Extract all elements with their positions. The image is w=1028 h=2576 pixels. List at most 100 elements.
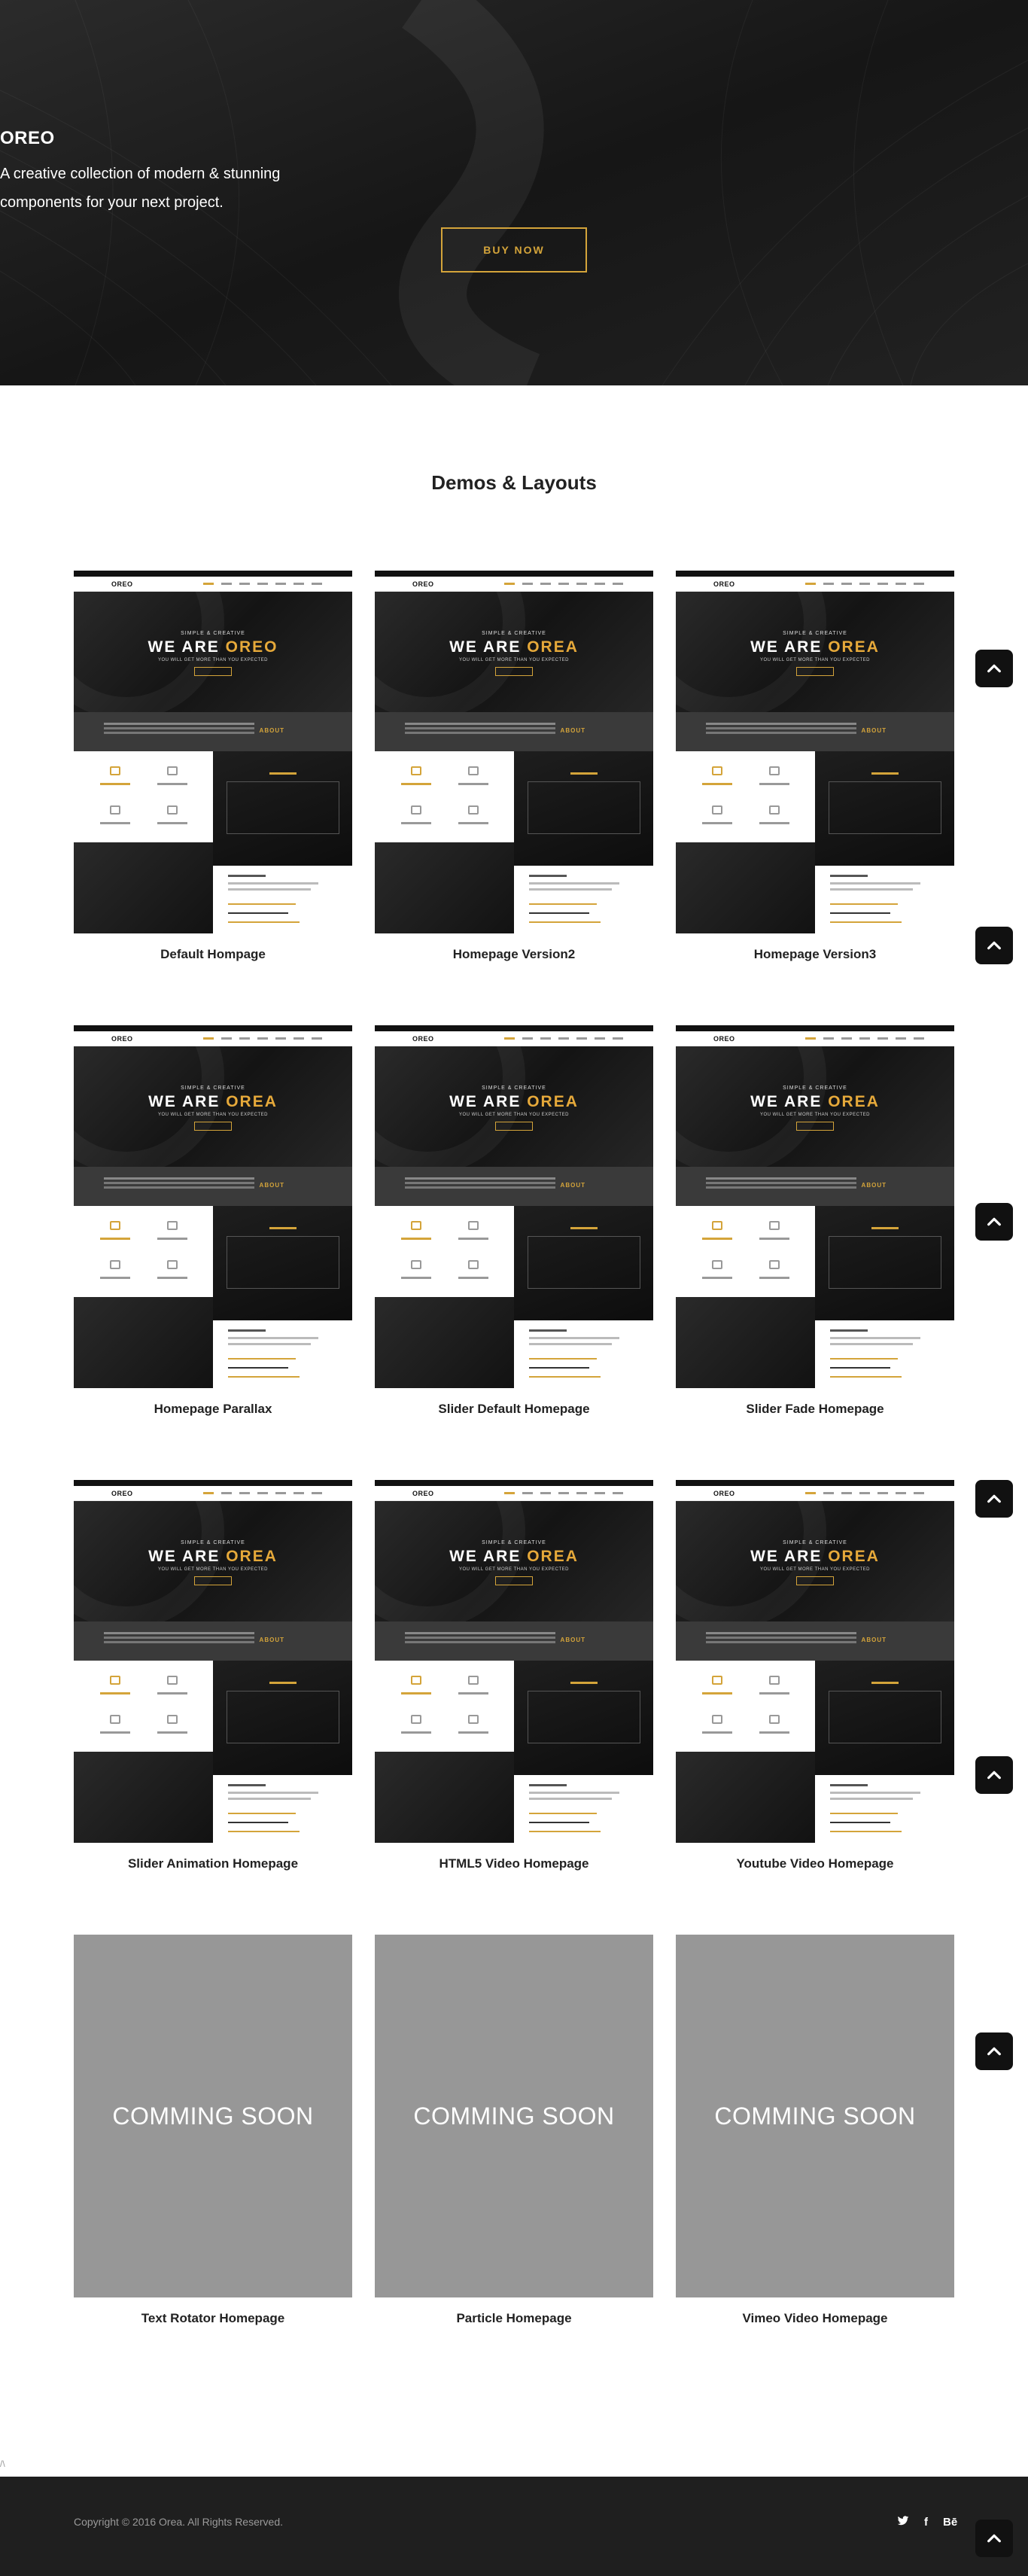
scroll-top-button[interactable] bbox=[975, 650, 1013, 687]
preview-topbar bbox=[74, 1025, 352, 1031]
demo-card[interactable]: OREO SIMPLE & CREATIVE WE ARE OREA YOU W… bbox=[74, 1480, 352, 1871]
coming-soon-thumbnail[interactable]: COMMING SOON bbox=[676, 1935, 954, 2297]
preview-headline-prefix: WE ARE bbox=[449, 1548, 522, 1565]
demo-label[interactable]: Text Rotator Homepage bbox=[74, 2311, 352, 2326]
preview-about-label: ABOUT bbox=[560, 727, 585, 734]
scroll-top-button[interactable] bbox=[975, 927, 1013, 964]
coming-soon-thumbnail[interactable]: COMMING SOON bbox=[74, 1935, 352, 2297]
hero-title: OREO bbox=[0, 128, 55, 148]
preview-about-strip: ABOUT bbox=[676, 1621, 954, 1661]
demo-label[interactable]: Homepage Version3 bbox=[676, 947, 954, 962]
preview-headline: WE ARE OREA bbox=[676, 638, 954, 656]
preview-banner: SIMPLE & CREATIVE WE ARE OREA YOU WILL G… bbox=[676, 1501, 954, 1621]
page: OREO A creative collection of modern & s… bbox=[0, 0, 1028, 2576]
preview-menu bbox=[805, 583, 924, 585]
demo-card[interactable]: OREO SIMPLE & CREATIVE WE ARE OREA YOU W… bbox=[375, 1025, 653, 1416]
buy-now-button[interactable]: BUY NOW bbox=[441, 227, 587, 273]
preview-about-label: ABOUT bbox=[560, 1637, 585, 1643]
preview-banner: SIMPLE & CREATIVE WE ARE OREA YOU WILL G… bbox=[676, 1046, 954, 1167]
preview-banner: SIMPLE & CREATIVE WE ARE OREO YOU WILL G… bbox=[74, 592, 352, 712]
preview-headline: WE ARE OREA bbox=[375, 638, 653, 656]
demo-thumbnail[interactable]: OREO SIMPLE & CREATIVE WE ARE OREA YOU W… bbox=[676, 1025, 954, 1388]
preview-headline-accent: OREA bbox=[527, 638, 579, 656]
preview-button bbox=[194, 667, 232, 676]
section-title: Demos & Layouts bbox=[431, 471, 597, 494]
preview-nav: OREO bbox=[375, 1031, 653, 1046]
demo-card[interactable]: COMMING SOON Particle Homepage bbox=[375, 1935, 653, 2325]
preview-about-label: ABOUT bbox=[861, 1182, 887, 1189]
demo-card[interactable]: OREO SIMPLE & CREATIVE WE ARE OREA YOU W… bbox=[375, 571, 653, 961]
preview-about-label: ABOUT bbox=[861, 727, 887, 734]
demo-thumbnail[interactable]: OREO SIMPLE & CREATIVE WE ARE OREA YOU W… bbox=[676, 571, 954, 933]
coming-soon-thumbnail[interactable]: COMMING SOON bbox=[375, 1935, 653, 2297]
preview-headline-accent: OREA bbox=[828, 1093, 880, 1110]
preview-banner: SIMPLE & CREATIVE WE ARE OREA YOU WILL G… bbox=[676, 592, 954, 712]
demo-card[interactable]: OREO SIMPLE & CREATIVE WE ARE OREO YOU W… bbox=[74, 571, 352, 961]
preview-logo: OREO bbox=[713, 580, 735, 588]
preview-grid bbox=[676, 1661, 954, 1843]
demo-label[interactable]: HTML5 Video Homepage bbox=[375, 1856, 653, 1871]
preview-topbar bbox=[375, 1480, 653, 1486]
behance-icon[interactable]: Bē bbox=[943, 2516, 957, 2529]
preview-banner: SIMPLE & CREATIVE WE ARE OREA YOU WILL G… bbox=[74, 1046, 352, 1167]
demo-card[interactable]: COMMING SOON Vimeo Video Homepage bbox=[676, 1935, 954, 2325]
preview-topbar bbox=[676, 1025, 954, 1031]
preview-about-strip: ABOUT bbox=[74, 1621, 352, 1661]
demo-label[interactable]: Particle Homepage bbox=[375, 2311, 653, 2326]
demo-label[interactable]: Youtube Video Homepage bbox=[676, 1856, 954, 1871]
demo-thumbnail[interactable]: OREO SIMPLE & CREATIVE WE ARE OREA YOU W… bbox=[74, 1480, 352, 1843]
demo-thumbnail[interactable]: OREO SIMPLE & CREATIVE WE ARE OREA YOU W… bbox=[375, 571, 653, 933]
preview-grid bbox=[74, 1661, 352, 1843]
demo-card[interactable]: OREO SIMPLE & CREATIVE WE ARE OREA YOU W… bbox=[676, 571, 954, 961]
demo-label[interactable]: Slider Animation Homepage bbox=[74, 1856, 352, 1871]
demo-thumbnail[interactable]: OREO SIMPLE & CREATIVE WE ARE OREO YOU W… bbox=[74, 571, 352, 933]
hero-tagline-line1: A creative collection of modern & stunni… bbox=[0, 166, 281, 182]
demo-card[interactable]: COMMING SOON Text Rotator Homepage bbox=[74, 1935, 352, 2325]
demo-card[interactable]: OREO SIMPLE & CREATIVE WE ARE OREA YOU W… bbox=[74, 1025, 352, 1416]
preview-headline: WE ARE OREA bbox=[676, 1548, 954, 1566]
preview-menu bbox=[805, 1037, 924, 1040]
preview-topbar bbox=[375, 571, 653, 577]
preview-grid bbox=[74, 751, 352, 933]
scroll-top-button[interactable] bbox=[975, 2032, 1013, 2070]
demo-label[interactable]: Slider Default Homepage bbox=[375, 1402, 653, 1417]
demo-thumbnail[interactable]: OREO SIMPLE & CREATIVE WE ARE OREA YOU W… bbox=[676, 1480, 954, 1843]
demo-thumbnail[interactable]: OREO SIMPLE & CREATIVE WE ARE OREA YOU W… bbox=[74, 1025, 352, 1388]
preview-nav: OREO bbox=[375, 577, 653, 592]
preview-logo: OREO bbox=[713, 1035, 735, 1043]
demo-label[interactable]: Homepage Version2 bbox=[375, 947, 653, 962]
demo-card[interactable]: OREO SIMPLE & CREATIVE WE ARE OREA YOU W… bbox=[375, 1480, 653, 1871]
preview-menu bbox=[504, 1037, 623, 1040]
demo-thumbnail[interactable]: OREO SIMPLE & CREATIVE WE ARE OREA YOU W… bbox=[375, 1480, 653, 1843]
preview-grid bbox=[676, 1206, 954, 1388]
chevron-up-icon bbox=[987, 2047, 1001, 2056]
demo-label[interactable]: Vimeo Video Homepage bbox=[676, 2311, 954, 2326]
preview-grid bbox=[375, 1661, 653, 1843]
coming-soon-text: COMMING SOON bbox=[413, 2102, 615, 2130]
demo-label[interactable]: Slider Fade Homepage bbox=[676, 1402, 954, 1417]
demo-thumbnail[interactable]: OREO SIMPLE & CREATIVE WE ARE OREA YOU W… bbox=[375, 1025, 653, 1388]
preview-grid bbox=[676, 751, 954, 933]
preview-kicker: SIMPLE & CREATIVE bbox=[783, 1540, 847, 1545]
scroll-top-button[interactable] bbox=[975, 1480, 1013, 1518]
demo-label[interactable]: Default Hompage bbox=[74, 947, 352, 962]
preview-headline-prefix: WE ARE bbox=[148, 1093, 221, 1110]
preview-headline-accent: OREA bbox=[226, 1093, 278, 1110]
preview-headline-accent: OREA bbox=[226, 1548, 278, 1565]
preview-headline: WE ARE OREA bbox=[676, 1093, 954, 1111]
scroll-top-button[interactable] bbox=[975, 1756, 1013, 1794]
demo-card[interactable]: OREO SIMPLE & CREATIVE WE ARE OREA YOU W… bbox=[676, 1480, 954, 1871]
preview-banner: SIMPLE & CREATIVE WE ARE OREA YOU WILL G… bbox=[74, 1501, 352, 1621]
preview-subline: YOU WILL GET MORE THAN YOU EXPECTED bbox=[459, 1567, 569, 1572]
demo-label[interactable]: Homepage Parallax bbox=[74, 1402, 352, 1417]
footer: Copyright © 2016 Orea. All Rights Reserv… bbox=[0, 2477, 1028, 2576]
scroll-top-button[interactable] bbox=[975, 2520, 1013, 2557]
scroll-top-button[interactable] bbox=[975, 1203, 1013, 1241]
demo-card[interactable]: OREO SIMPLE & CREATIVE WE ARE OREA YOU W… bbox=[676, 1025, 954, 1416]
preview-nav: OREO bbox=[74, 577, 352, 592]
preview-logo: OREO bbox=[111, 1035, 133, 1043]
preview-nav: OREO bbox=[74, 1486, 352, 1501]
facebook-icon[interactable]: f bbox=[924, 2516, 928, 2529]
social-links: f Bē bbox=[897, 2516, 957, 2529]
twitter-icon[interactable] bbox=[897, 2516, 909, 2529]
